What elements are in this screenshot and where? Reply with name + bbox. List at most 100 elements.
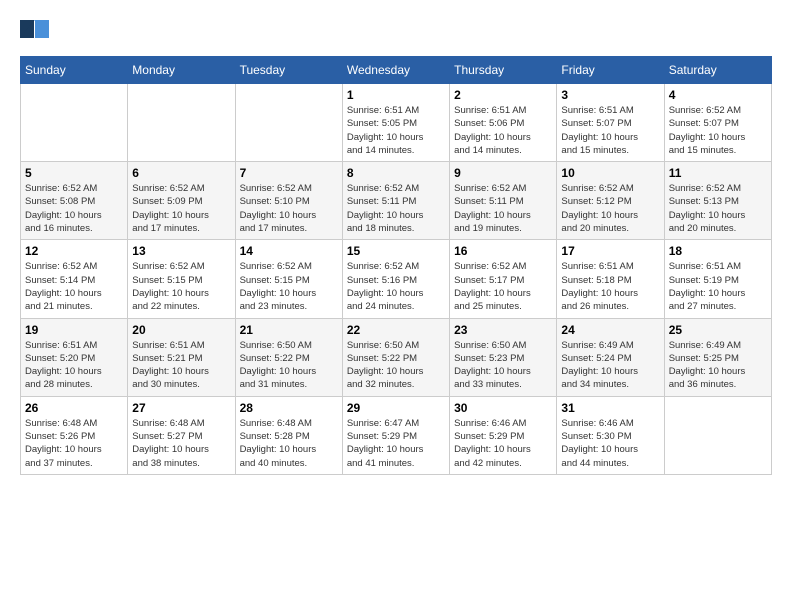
calendar-cell: 25Sunrise: 6:49 AM Sunset: 5:25 PM Dayli… xyxy=(664,318,771,396)
day-number: 26 xyxy=(25,401,123,415)
day-info: Sunrise: 6:51 AM Sunset: 5:21 PM Dayligh… xyxy=(132,339,230,392)
calendar-cell: 1 Sunrise: 6:51 AM Sunset: 5:05 PM Daylig… xyxy=(342,84,449,162)
week-row-4: 19 Sunrise: 6:51 AM Sunset: 5:20 PM Dayli… xyxy=(21,318,772,396)
day-number: 1 xyxy=(347,88,445,102)
day-info: Sunrise: 6:52 AM Sunset: 5:14 PM Dayligh… xyxy=(25,260,123,313)
day-number: 5 xyxy=(25,166,123,180)
day-number: 17 xyxy=(561,244,659,258)
day-info: Sunrise: 6:52 AM Sunset: 5:12 PM Dayligh… xyxy=(561,182,659,235)
day-number: 14 xyxy=(240,244,338,258)
calendar-cell: 8 Sunrise: 6:52 AM Sunset: 5:11 PM Daylig… xyxy=(342,162,449,240)
day-info: Sunrise: 6:52 AM Sunset: 5:15 PM Dayligh… xyxy=(132,260,230,313)
column-header-monday: Monday xyxy=(128,57,235,84)
day-number: 2 xyxy=(454,88,552,102)
calendar-cell xyxy=(664,396,771,474)
logo-icon xyxy=(20,20,50,38)
day-info: Sunrise: 6:50 AM Sunset: 5:22 PM Dayligh… xyxy=(240,339,338,392)
day-number: 10 xyxy=(561,166,659,180)
day-info: Sunrise: 6:52 AM Sunset: 5:07 PM Dayligh… xyxy=(669,104,767,157)
calendar-cell: 6 Sunrise: 6:52 AM Sunset: 5:09 PM Daylig… xyxy=(128,162,235,240)
day-number: 31 xyxy=(561,401,659,415)
calendar-cell: 9 Sunrise: 6:52 AM Sunset: 5:11 PM Daylig… xyxy=(450,162,557,240)
day-info: Sunrise: 6:47 AM Sunset: 5:29 PM Dayligh… xyxy=(347,417,445,470)
calendar-cell: 22 Sunrise: 6:50 AM Sunset: 5:22 PM Dayli… xyxy=(342,318,449,396)
day-info: Sunrise: 6:51 AM Sunset: 5:19 PM Dayligh… xyxy=(669,260,767,313)
calendar-cell: 10 Sunrise: 6:52 AM Sunset: 5:12 PM Dayli… xyxy=(557,162,664,240)
calendar-cell: 16Sunrise: 6:52 AM Sunset: 5:17 PM Dayli… xyxy=(450,240,557,318)
calendar-cell: 20 Sunrise: 6:51 AM Sunset: 5:21 PM Dayli… xyxy=(128,318,235,396)
week-row-1: 1 Sunrise: 6:51 AM Sunset: 5:05 PM Daylig… xyxy=(21,84,772,162)
calendar-cell: 28 Sunrise: 6:48 AM Sunset: 5:28 PM Dayli… xyxy=(235,396,342,474)
day-info: Sunrise: 6:51 AM Sunset: 5:18 PM Dayligh… xyxy=(561,260,659,313)
day-number: 30 xyxy=(454,401,552,415)
day-number: 27 xyxy=(132,401,230,415)
calendar-cell: 27 Sunrise: 6:48 AM Sunset: 5:27 PM Dayli… xyxy=(128,396,235,474)
day-info: Sunrise: 6:52 AM Sunset: 5:10 PM Dayligh… xyxy=(240,182,338,235)
day-number: 9 xyxy=(454,166,552,180)
column-header-sunday: Sunday xyxy=(21,57,128,84)
calendar-cell: 14 Sunrise: 6:52 AM Sunset: 5:15 PM Dayli… xyxy=(235,240,342,318)
day-number: 22 xyxy=(347,323,445,337)
day-number: 19 xyxy=(25,323,123,337)
column-header-tuesday: Tuesday xyxy=(235,57,342,84)
calendar-cell: 7 Sunrise: 6:52 AM Sunset: 5:10 PM Daylig… xyxy=(235,162,342,240)
day-info: Sunrise: 6:49 AM Sunset: 5:24 PM Dayligh… xyxy=(561,339,659,392)
logo xyxy=(20,20,50,40)
day-info: Sunrise: 6:48 AM Sunset: 5:26 PM Dayligh… xyxy=(25,417,123,470)
day-number: 23 xyxy=(454,323,552,337)
day-number: 8 xyxy=(347,166,445,180)
column-header-wednesday: Wednesday xyxy=(342,57,449,84)
column-header-saturday: Saturday xyxy=(664,57,771,84)
week-row-5: 26 Sunrise: 6:48 AM Sunset: 5:26 PM Dayli… xyxy=(21,396,772,474)
day-info: Sunrise: 6:46 AM Sunset: 5:30 PM Dayligh… xyxy=(561,417,659,470)
day-info: Sunrise: 6:52 AM Sunset: 5:16 PM Dayligh… xyxy=(347,260,445,313)
day-info: Sunrise: 6:46 AM Sunset: 5:29 PM Dayligh… xyxy=(454,417,552,470)
day-info: Sunrise: 6:51 AM Sunset: 5:05 PM Dayligh… xyxy=(347,104,445,157)
calendar-cell: 31 Sunrise: 6:46 AM Sunset: 5:30 PM Dayli… xyxy=(557,396,664,474)
calendar-cell: 23Sunrise: 6:50 AM Sunset: 5:23 PM Dayli… xyxy=(450,318,557,396)
day-number: 18 xyxy=(669,244,767,258)
calendar-cell: 11 Sunrise: 6:52 AM Sunset: 5:13 PM Dayli… xyxy=(664,162,771,240)
header-row: SundayMondayTuesdayWednesdayThursdayFrid… xyxy=(21,57,772,84)
calendar-cell: 4 Sunrise: 6:52 AM Sunset: 5:07 PM Daylig… xyxy=(664,84,771,162)
day-number: 4 xyxy=(669,88,767,102)
calendar-cell: 5Sunrise: 6:52 AM Sunset: 5:08 PM Daylig… xyxy=(21,162,128,240)
calendar-cell: 26 Sunrise: 6:48 AM Sunset: 5:26 PM Dayli… xyxy=(21,396,128,474)
calendar-cell: 29 Sunrise: 6:47 AM Sunset: 5:29 PM Dayli… xyxy=(342,396,449,474)
calendar-cell: 30 Sunrise: 6:46 AM Sunset: 5:29 PM Dayli… xyxy=(450,396,557,474)
column-header-thursday: Thursday xyxy=(450,57,557,84)
week-row-3: 12Sunrise: 6:52 AM Sunset: 5:14 PM Dayli… xyxy=(21,240,772,318)
day-number: 13 xyxy=(132,244,230,258)
day-number: 28 xyxy=(240,401,338,415)
day-info: Sunrise: 6:48 AM Sunset: 5:27 PM Dayligh… xyxy=(132,417,230,470)
day-number: 29 xyxy=(347,401,445,415)
week-row-2: 5Sunrise: 6:52 AM Sunset: 5:08 PM Daylig… xyxy=(21,162,772,240)
page-header xyxy=(20,20,772,40)
day-info: Sunrise: 6:51 AM Sunset: 5:06 PM Dayligh… xyxy=(454,104,552,157)
day-number: 24 xyxy=(561,323,659,337)
day-number: 21 xyxy=(240,323,338,337)
calendar-cell: 17 Sunrise: 6:51 AM Sunset: 5:18 PM Dayli… xyxy=(557,240,664,318)
day-number: 6 xyxy=(132,166,230,180)
day-number: 7 xyxy=(240,166,338,180)
day-info: Sunrise: 6:52 AM Sunset: 5:09 PM Dayligh… xyxy=(132,182,230,235)
calendar-cell xyxy=(21,84,128,162)
day-number: 25 xyxy=(669,323,767,337)
calendar-cell: 21 Sunrise: 6:50 AM Sunset: 5:22 PM Dayli… xyxy=(235,318,342,396)
calendar-cell: 2 Sunrise: 6:51 AM Sunset: 5:06 PM Daylig… xyxy=(450,84,557,162)
day-info: Sunrise: 6:50 AM Sunset: 5:22 PM Dayligh… xyxy=(347,339,445,392)
day-info: Sunrise: 6:52 AM Sunset: 5:11 PM Dayligh… xyxy=(347,182,445,235)
day-info: Sunrise: 6:51 AM Sunset: 5:07 PM Dayligh… xyxy=(561,104,659,157)
day-info: Sunrise: 6:52 AM Sunset: 5:15 PM Dayligh… xyxy=(240,260,338,313)
calendar-cell: 15Sunrise: 6:52 AM Sunset: 5:16 PM Dayli… xyxy=(342,240,449,318)
day-info: Sunrise: 6:52 AM Sunset: 5:11 PM Dayligh… xyxy=(454,182,552,235)
calendar-cell: 19 Sunrise: 6:51 AM Sunset: 5:20 PM Dayli… xyxy=(21,318,128,396)
day-number: 11 xyxy=(669,166,767,180)
calendar-cell xyxy=(235,84,342,162)
day-info: Sunrise: 6:52 AM Sunset: 5:13 PM Dayligh… xyxy=(669,182,767,235)
day-info: Sunrise: 6:48 AM Sunset: 5:28 PM Dayligh… xyxy=(240,417,338,470)
calendar-cell: 18 Sunrise: 6:51 AM Sunset: 5:19 PM Dayli… xyxy=(664,240,771,318)
calendar-cell: 13 Sunrise: 6:52 AM Sunset: 5:15 PM Dayli… xyxy=(128,240,235,318)
day-info: Sunrise: 6:51 AM Sunset: 5:20 PM Dayligh… xyxy=(25,339,123,392)
day-number: 20 xyxy=(132,323,230,337)
